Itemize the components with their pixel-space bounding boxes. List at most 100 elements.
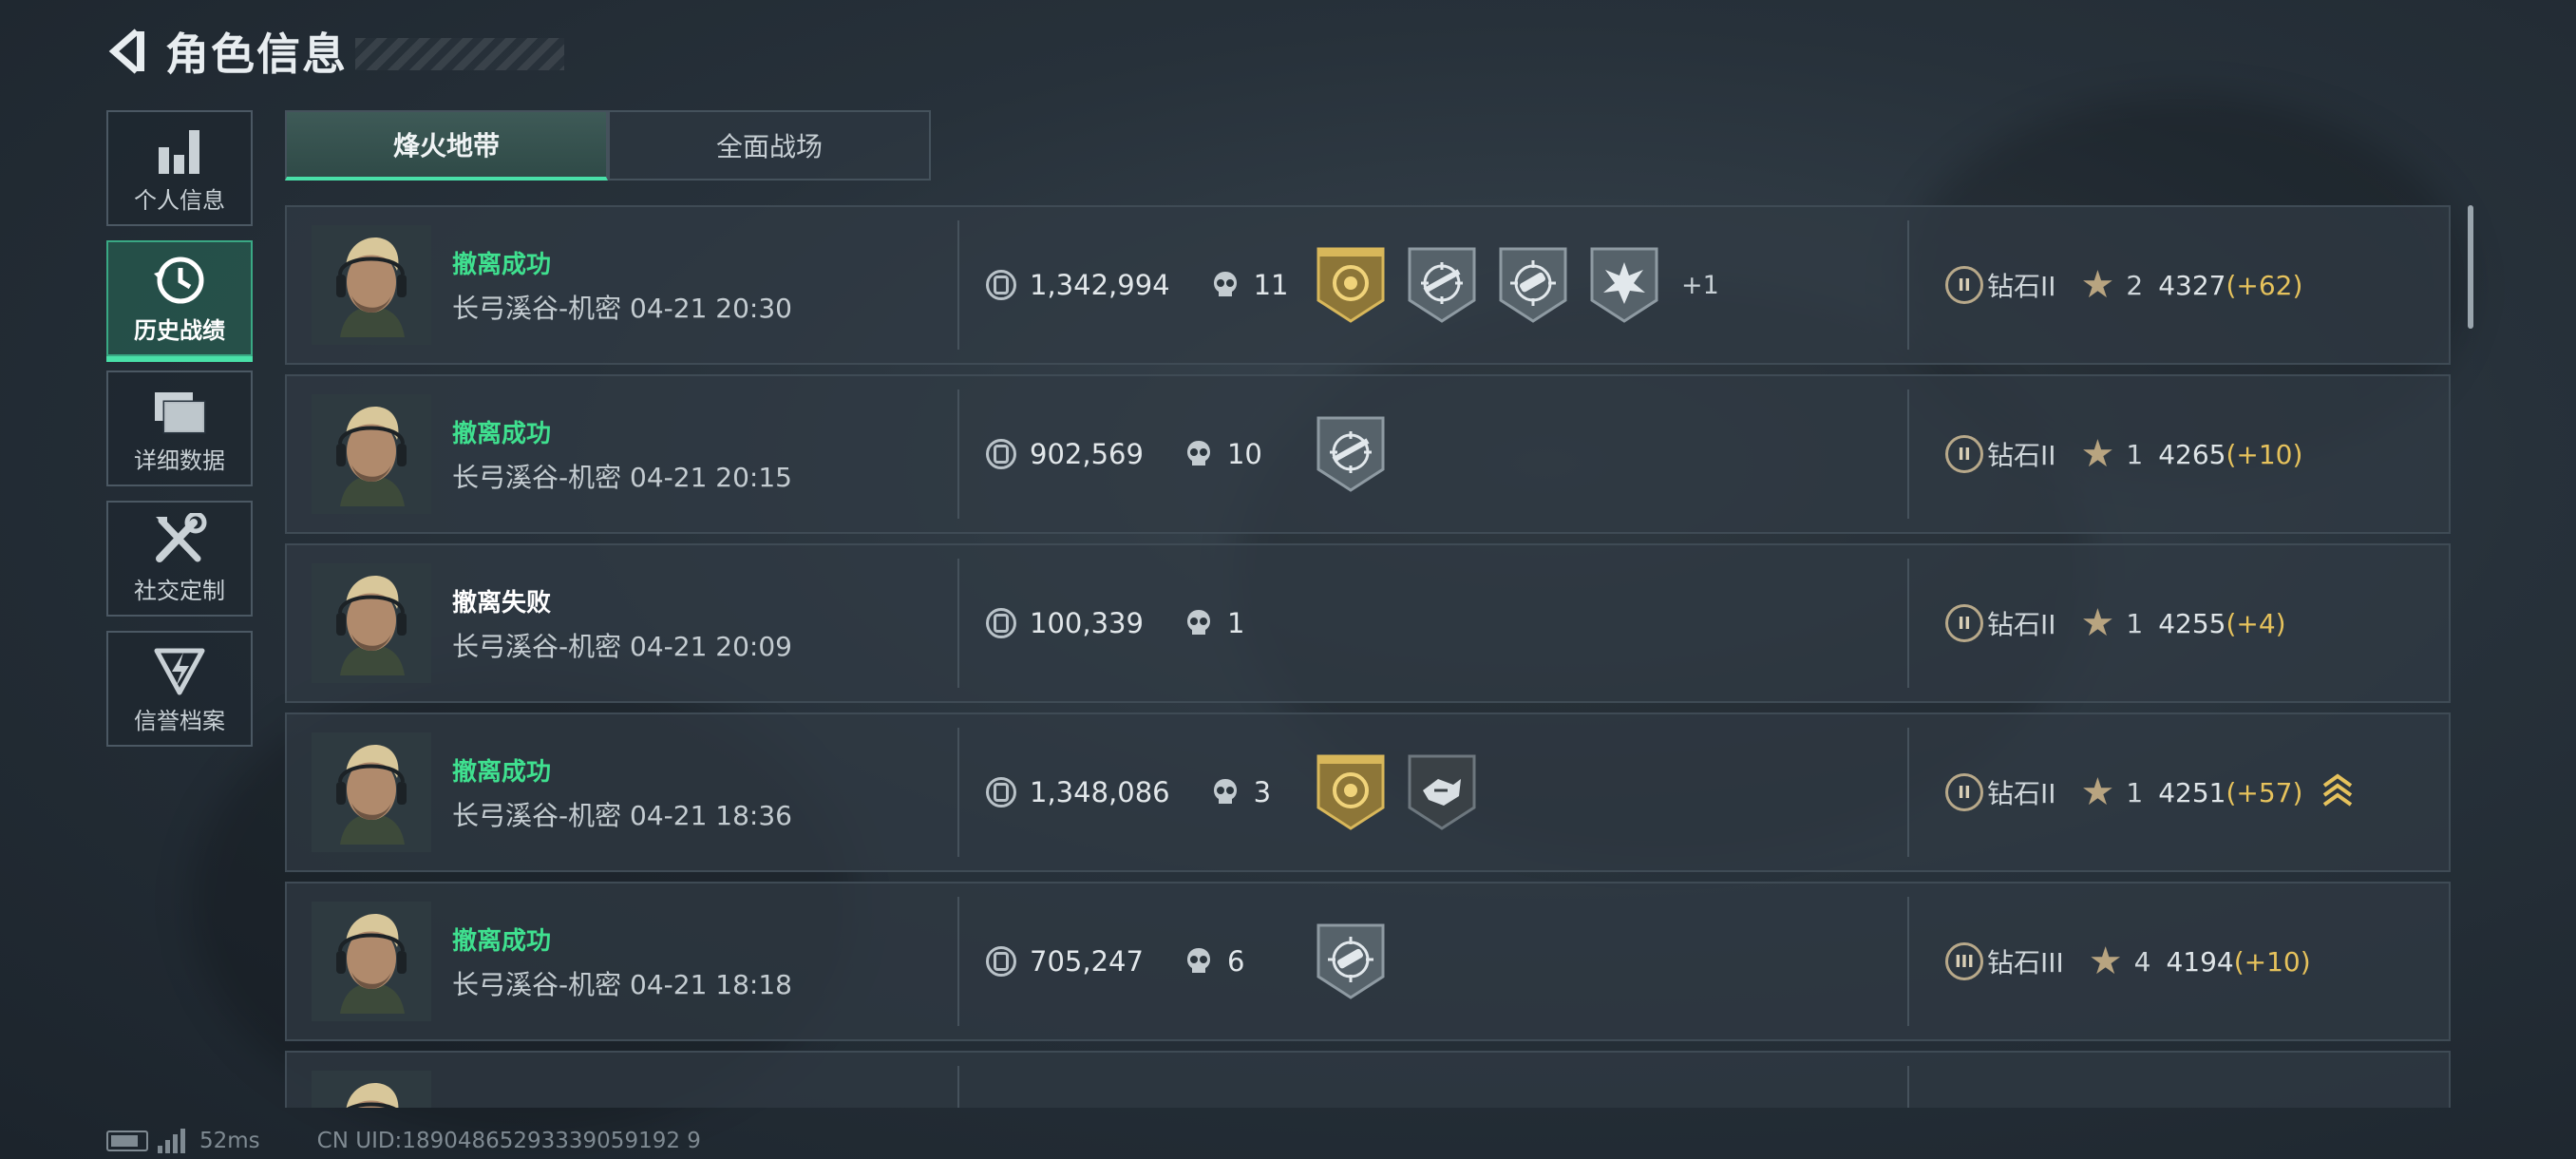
sidebar-item-detailed-data[interactable]: 详细数据 — [106, 370, 253, 486]
coin-icon — [986, 777, 1016, 808]
match-stats: 1,348,086 3 — [986, 714, 1271, 870]
divider — [1907, 220, 1909, 350]
star-icon: ★ — [2080, 770, 2115, 814]
map-name: 长弓溪谷-机密 — [452, 292, 622, 324]
map-name: 长弓溪谷-机密 — [452, 630, 622, 662]
divider — [957, 1066, 959, 1108]
map-time: 长弓溪谷-机密 04-21 20:15 — [452, 457, 946, 495]
match-info: 撤离成功 长弓溪谷-机密 04-21 20:30 — [452, 245, 946, 326]
back-arrow-icon — [108, 28, 144, 74]
operator-avatar — [312, 563, 431, 683]
divider — [957, 559, 959, 688]
match-row[interactable]: 撤离失败 长弓溪谷-机密 04-21 20:09 100,339 1 II 钻石II ★ 1 4… — [285, 543, 2451, 703]
rank-name: 钻石II — [1987, 440, 2056, 471]
match-row[interactable]: 撤离成功 长弓溪谷-机密 04-21 20:30 1,342,994 11 +1 II 钻石… — [285, 205, 2451, 365]
uid-text: CN UID:18904865293339059192 9 — [316, 1129, 701, 1153]
map-name: 长弓溪谷-机密 — [452, 799, 622, 831]
sidebar-item-social-customization[interactable]: 社交定制 — [106, 501, 253, 617]
kill-count: 6 — [1226, 945, 1245, 978]
dark-trade-badge-icon[interactable] — [1406, 752, 1478, 832]
achievement-badges — [1315, 884, 1406, 1039]
operator-avatar — [312, 902, 431, 1021]
sidebar-item-personal-info[interactable]: 个人信息 — [106, 110, 253, 226]
match-stats: 1,342,994 11 — [986, 207, 1289, 363]
rank-score: 4194 — [2166, 945, 2234, 978]
gold-medal-badge-icon[interactable] — [1315, 245, 1387, 325]
sidebar-item-match-history[interactable]: 历史战绩 — [106, 240, 253, 362]
rank-score: 4265 — [2158, 438, 2226, 470]
star-icon: ★ — [2088, 940, 2123, 983]
gold-medal-badge-icon[interactable] — [1315, 752, 1387, 832]
sidebar-item-reputation-profile[interactable]: 信誉档案 — [106, 631, 253, 747]
star-count: 4 — [2133, 945, 2151, 978]
match-stats: 902,569 10 — [986, 376, 1262, 532]
star-icon: ★ — [2080, 263, 2115, 307]
star-count: 1 — [2126, 438, 2144, 470]
loot-value: 1,342,994 — [1030, 269, 1170, 301]
divider — [1907, 728, 1909, 857]
more-badges-count[interactable]: +1 — [1681, 271, 1719, 300]
map-time: 长弓溪谷-机密 04-21 18:36 — [452, 795, 946, 833]
skull-icon — [1186, 948, 1210, 973]
rank-score: 4327 — [2158, 269, 2226, 301]
rank-icon: III — [1945, 942, 1983, 980]
kill-count: 3 — [1253, 776, 1272, 808]
back-button[interactable] — [106, 25, 152, 78]
skull-icon — [1186, 441, 1210, 466]
sidebar-item-label: 详细数据 — [134, 447, 225, 474]
match-info: 撤离失败 长弓溪谷-机密 04-21 20:09 — [452, 583, 946, 664]
divider — [1907, 390, 1909, 519]
rank-name: 钻石III — [1987, 947, 2064, 978]
star-icon: ★ — [2080, 601, 2115, 645]
divider — [957, 728, 959, 857]
tools-icon — [156, 513, 207, 562]
tab-full-battlefield[interactable]: 全面战场 — [608, 110, 931, 180]
map-name: 长弓溪谷-机密 — [452, 968, 622, 1000]
rank-info: II 钻石II ★ 2 4327 (+62) — [1945, 207, 2302, 363]
match-row[interactable]: 撤离成功 长弓溪谷-机密 04-21 18:18 705,247 6 III 钻石III ★… — [285, 882, 2451, 1041]
match-stats: 100,339 1 — [986, 545, 1244, 701]
sidebar-item-label: 历史战绩 — [134, 317, 225, 344]
divider — [1907, 1066, 1909, 1108]
divider — [1907, 897, 1909, 1026]
match-time: 04-21 18:18 — [630, 968, 792, 1000]
match-row[interactable]: 撤离成功 — [285, 1051, 2451, 1108]
match-history-list[interactable]: 撤离成功 长弓溪谷-机密 04-21 20:30 1,342,994 11 +1 II 钻石… — [285, 205, 2451, 1108]
explosion-badge-icon[interactable] — [1588, 245, 1660, 325]
divider — [1907, 559, 1909, 688]
divider — [957, 220, 959, 350]
score-delta: (+57) — [2226, 776, 2303, 808]
crosshair-rifle-badge-icon[interactable] — [1406, 245, 1478, 325]
crosshair-scope-badge-icon[interactable] — [1497, 245, 1569, 325]
loot-value: 705,247 — [1030, 945, 1144, 978]
kill-count: 1 — [1226, 607, 1245, 639]
crosshair-scope-badge-icon[interactable] — [1315, 922, 1387, 1001]
rank-icon: II — [1945, 773, 1983, 811]
divider — [957, 390, 959, 519]
coin-icon — [986, 439, 1016, 469]
map-name: 长弓溪谷-机密 — [452, 461, 622, 493]
match-info: 撤离成功 长弓溪谷-机密 04-21 18:36 — [452, 752, 946, 833]
header: 角色信息 — [106, 21, 564, 82]
rank-icon: II — [1945, 604, 1983, 642]
rank-info: II 钻石II ★ 1 4251 (+57) — [1945, 714, 2354, 870]
match-row[interactable]: 撤离成功 长弓溪谷-机密 04-21 18:36 1,348,086 3 II 钻石II ★… — [285, 712, 2451, 872]
operator-avatar — [312, 394, 431, 514]
match-time: 04-21 20:30 — [630, 292, 792, 324]
sidebar-item-label: 个人信息 — [134, 187, 225, 214]
achievement-badges: +1 — [1315, 207, 1719, 363]
kill-count: 11 — [1253, 269, 1289, 301]
match-time: 04-21 18:36 — [630, 799, 792, 831]
battery-icon — [106, 1130, 148, 1151]
rank-name: 钻石II — [1987, 271, 2056, 302]
skull-icon — [1213, 272, 1237, 296]
scrollbar[interactable] — [2468, 205, 2473, 329]
tab-hazard-zone[interactable]: 烽火地带 — [285, 110, 608, 180]
coin-icon — [986, 270, 1016, 300]
signal-icon — [158, 1129, 188, 1153]
match-row[interactable]: 撤离成功 长弓溪谷-机密 04-21 20:15 902,569 10 II 钻石II ★ 1… — [285, 374, 2451, 534]
kill-count: 10 — [1226, 438, 1262, 470]
rank-icon: II — [1945, 435, 1983, 473]
sidebar-item-label: 社交定制 — [134, 578, 225, 604]
crosshair-rifle-badge-icon[interactable] — [1315, 414, 1387, 494]
